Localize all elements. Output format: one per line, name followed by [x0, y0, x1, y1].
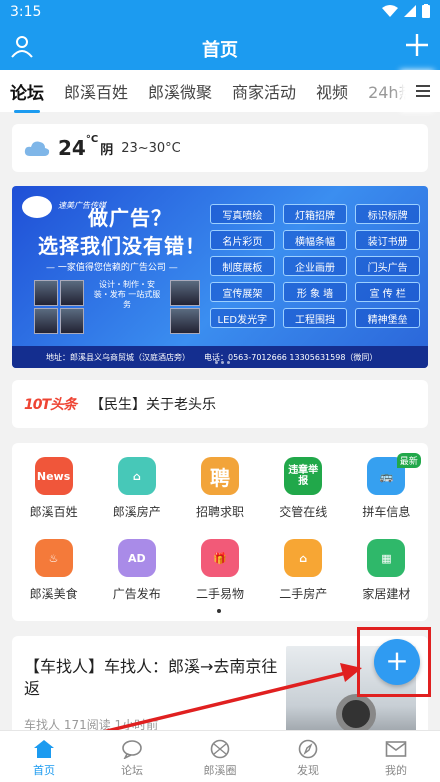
bottom-nav: 首页 论坛 郎溪圈 发现 我的	[0, 730, 440, 782]
nav-label: 论坛	[121, 764, 143, 777]
floating-add-button[interactable]: +	[374, 639, 420, 685]
nav-item-forum[interactable]: 论坛	[88, 731, 176, 782]
nav-label: 首页	[33, 764, 55, 777]
nav-item-mine[interactable]: 我的	[352, 731, 440, 782]
forum-icon	[122, 740, 142, 759]
nav-label: 我的	[385, 764, 407, 777]
discover-icon	[298, 739, 318, 759]
nav-item-discover[interactable]: 发现	[264, 731, 352, 782]
home-icon	[34, 740, 54, 758]
nav-item-langxi-circle[interactable]: 郎溪圈	[176, 731, 264, 782]
nav-item-home[interactable]: 首页	[0, 731, 88, 782]
nav-label: 郎溪圈	[203, 764, 237, 777]
mail-icon	[385, 741, 407, 757]
circle-icon	[210, 739, 230, 759]
nav-label: 发现	[297, 764, 319, 777]
